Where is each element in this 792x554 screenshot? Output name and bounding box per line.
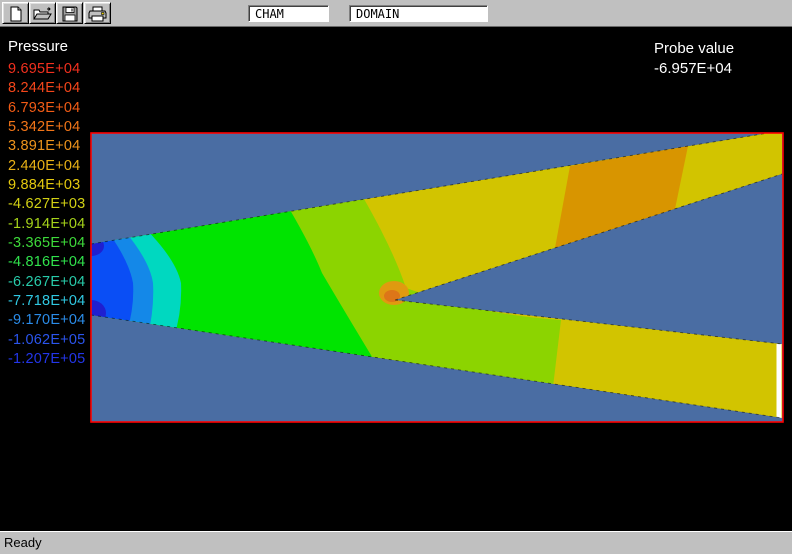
new-file-icon — [7, 6, 24, 22]
printer-icon — [88, 6, 107, 22]
legend-value: -3.365E+04 — [8, 234, 85, 253]
legend-value: -4.816E+04 — [8, 253, 85, 272]
new-file-button[interactable] — [2, 2, 29, 24]
open-file-button[interactable] — [29, 2, 56, 24]
domain-input[interactable] — [349, 5, 488, 22]
cham-input[interactable] — [248, 5, 329, 22]
legend-value: -1.062E+05 — [8, 331, 85, 350]
legend-value: -1.207E+05 — [8, 350, 85, 369]
open-folder-icon — [33, 6, 52, 22]
pressure-legend: Pressure 9.695E+04 8.244E+04 6.793E+04 5… — [8, 38, 85, 370]
probe-label: Probe value — [654, 39, 734, 59]
status-text: Ready — [4, 535, 42, 550]
legend-value: 3.891E+04 — [8, 137, 85, 156]
viewport: Pressure 9.695E+04 8.244E+04 6.793E+04 5… — [0, 27, 792, 531]
probe-value: -6.957E+04 — [654, 59, 734, 79]
legend-value: -6.267E+04 — [8, 273, 85, 292]
legend-value: 9.695E+04 — [8, 60, 85, 79]
print-button[interactable] — [84, 2, 111, 24]
legend-value: -4.627E+03 — [8, 195, 85, 214]
legend-value: -9.170E+04 — [8, 311, 85, 330]
toolbar — [0, 0, 792, 27]
legend-value: -7.718E+04 — [8, 292, 85, 311]
legend-value: 8.244E+04 — [8, 79, 85, 98]
legend-value: 2.440E+04 — [8, 157, 85, 176]
floppy-disk-icon — [62, 6, 78, 22]
outlet-marker — [777, 344, 782, 418]
legend-title: Pressure — [8, 38, 85, 56]
legend-value: 5.342E+04 — [8, 118, 85, 137]
status-bar: Ready — [0, 531, 792, 554]
legend-value: -1.914E+04 — [8, 215, 85, 234]
application-window: Pressure 9.695E+04 8.244E+04 6.793E+04 5… — [0, 0, 792, 554]
save-button[interactable] — [56, 2, 83, 24]
legend-value: 6.793E+04 — [8, 99, 85, 118]
legend-value: 9.884E+03 — [8, 176, 85, 195]
probe-readout: Probe value -6.957E+04 — [654, 39, 734, 79]
contour-plot-canvas[interactable] — [90, 132, 784, 423]
